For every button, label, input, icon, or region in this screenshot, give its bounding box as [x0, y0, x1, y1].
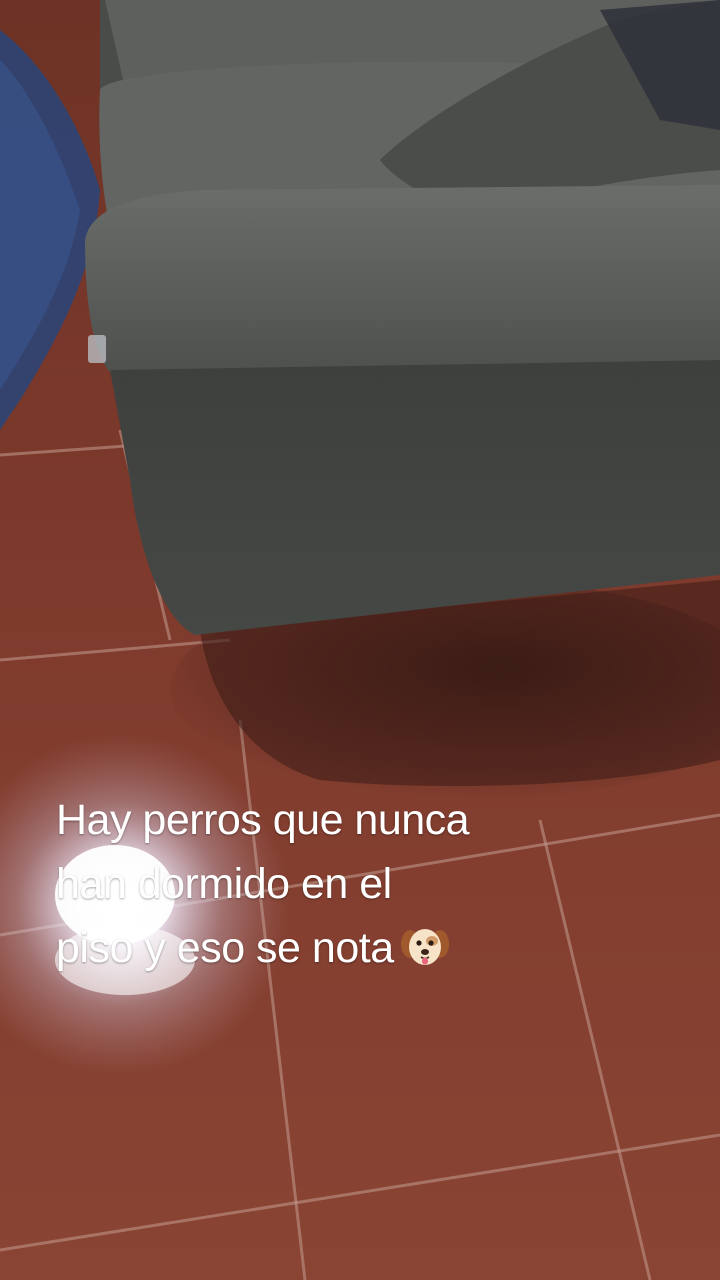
sofa-arm — [85, 185, 720, 385]
video-frame: Hay perros que nunca han dormido en el p… — [0, 0, 720, 1280]
caption-text: Hay perros que nunca han dormido en el p… — [56, 788, 656, 980]
room-scene — [0, 0, 720, 1280]
caption-line-1: Hay perros que nunca — [56, 796, 470, 844]
caption-line-3: piso y eso se nota — [56, 916, 656, 980]
dog-face-icon — [400, 928, 449, 965]
caption-line-3-text: piso y eso se nota — [56, 924, 394, 972]
caption-line-2: han dormido en el — [56, 860, 392, 908]
